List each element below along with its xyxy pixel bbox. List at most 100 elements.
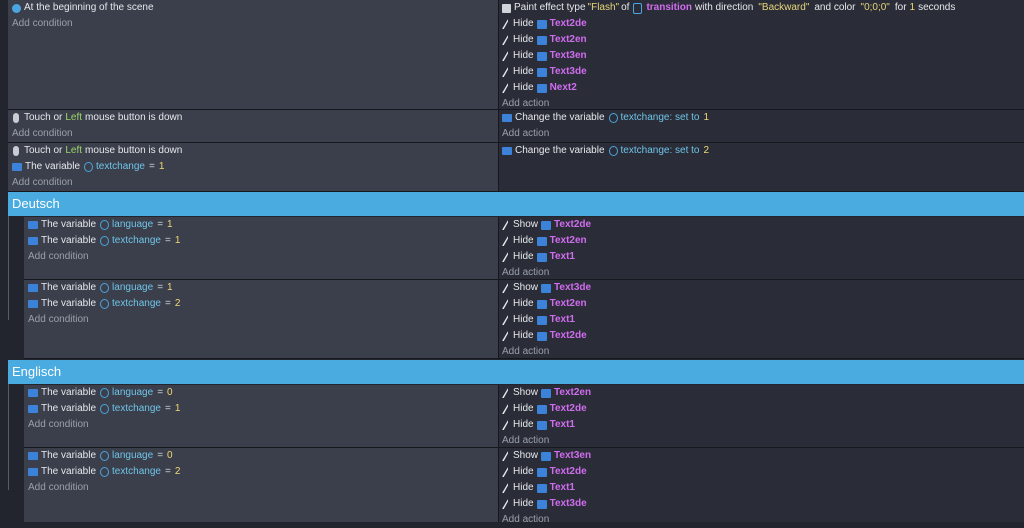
add-condition-link[interactable]: Add condition xyxy=(24,249,498,265)
add-condition-link[interactable]: Add condition xyxy=(24,480,498,496)
object-name: Text2en xyxy=(549,298,587,309)
condition-row[interactable]: Touch or Left mouse button is down xyxy=(8,143,498,159)
text-object-icon xyxy=(541,220,552,230)
text-object-icon xyxy=(541,451,552,461)
object-name: Text3de xyxy=(549,66,587,77)
action-row[interactable]: Show Text2de xyxy=(499,217,1024,233)
conditions-column[interactable]: Touch or Left mouse button is down Add c… xyxy=(8,110,499,142)
action-row[interactable]: Hide Text2de xyxy=(499,16,1024,32)
conditions-column[interactable]: The variable language = 0 The variable textc… xyxy=(24,385,499,447)
action-text: Change the variable xyxy=(515,145,605,156)
effect-type: "Flash" xyxy=(587,2,620,13)
action-row[interactable]: Hide Text2de xyxy=(499,328,1024,344)
action-row[interactable]: Change the variable textchange : set to … xyxy=(499,110,1024,126)
condition-row[interactable]: The variable language = 1 xyxy=(24,280,498,296)
operator: = xyxy=(164,403,171,414)
variable-name: textchange xyxy=(112,298,161,309)
action-row[interactable]: Hide Text3de xyxy=(499,64,1024,80)
action-row[interactable]: Hide Text1 xyxy=(499,417,1024,433)
variable-icon xyxy=(28,452,38,460)
global-variable-icon xyxy=(100,388,110,398)
add-condition-link[interactable]: Add condition xyxy=(24,312,498,328)
event-block[interactable]: Touch or Left mouse button is down Add c… xyxy=(8,110,1024,143)
sub-event-block[interactable]: The variable language = 0 The variable textc… xyxy=(24,448,1024,525)
condition-text: The variable xyxy=(41,387,97,398)
action-row[interactable]: Hide Text2en xyxy=(499,296,1024,312)
sub-event-block[interactable]: The variable language = 1 The variable textc… xyxy=(24,217,1024,280)
condition-row[interactable]: The variable textchange = 2 xyxy=(24,296,498,312)
condition-text: The variable xyxy=(41,282,97,293)
group-header[interactable]: Englisch xyxy=(8,360,1024,384)
mouse-button-value: Left xyxy=(65,145,83,156)
text-object-icon xyxy=(536,299,547,309)
condition-row[interactable]: The variable language = 0 xyxy=(24,448,498,464)
condition-row[interactable]: At the beginning of the scene xyxy=(8,0,498,16)
add-action-link[interactable]: Add action xyxy=(499,433,1024,449)
add-action-link[interactable]: Add action xyxy=(499,344,1024,360)
add-action-link[interactable]: Add action xyxy=(499,265,1024,281)
action-row[interactable]: Change the variable textchange : set to … xyxy=(499,143,1024,159)
action-row[interactable]: Hide Text2de xyxy=(499,401,1024,417)
action-row[interactable]: Hide Text2en xyxy=(499,233,1024,249)
actions-column[interactable]: Show Text3de Hide Text2en Hide Text1 Hide Te… xyxy=(499,280,1024,358)
condition-row[interactable]: The variable textchange = 2 xyxy=(24,464,498,480)
effect-color: "0;0;0" xyxy=(860,2,890,13)
add-condition-link[interactable]: Add condition xyxy=(8,175,498,191)
text-object-icon xyxy=(536,467,547,477)
add-condition-link[interactable]: Add condition xyxy=(24,417,498,433)
add-condition-link[interactable]: Add condition xyxy=(8,126,498,142)
condition-text: Touch or xyxy=(24,145,63,156)
action-row[interactable]: Hide Text3de xyxy=(499,496,1024,512)
action-row[interactable]: Hide Text2en xyxy=(499,32,1024,48)
event-block[interactable]: Touch or Left mouse button is down The v… xyxy=(8,143,1024,192)
action-verb: Show xyxy=(513,387,539,398)
condition-row[interactable]: The variable textchange = 1 xyxy=(8,159,498,175)
sub-event-block[interactable]: The variable language = 1 The variable textc… xyxy=(24,280,1024,359)
action-row[interactable]: Hide Text3en xyxy=(499,48,1024,64)
action-verb: Hide xyxy=(513,482,534,493)
condition-row[interactable]: The variable textchange = 1 xyxy=(24,233,498,249)
action-row[interactable]: Hide Text1 xyxy=(499,249,1024,265)
conditions-column[interactable]: At the beginning of the scene Add condit… xyxy=(8,0,499,109)
text-object-icon xyxy=(536,19,547,29)
sub-event-block[interactable]: The variable language = 0 The variable textc… xyxy=(24,385,1024,448)
conditions-column[interactable]: The variable language = 0 The variable textc… xyxy=(24,448,499,522)
action-row[interactable]: Hide Text2de xyxy=(499,464,1024,480)
text-object-icon xyxy=(536,35,547,45)
mouse-icon xyxy=(13,146,19,156)
hide-icon xyxy=(502,51,508,61)
action-row[interactable]: Show Text2en xyxy=(499,385,1024,401)
object-name: Text1 xyxy=(549,419,575,430)
condition-row[interactable]: The variable language = 0 xyxy=(24,385,498,401)
actions-column[interactable]: Paint effect type "Flash" of transition … xyxy=(499,0,1024,109)
conditions-column[interactable]: The variable language = 1 The variable textc… xyxy=(24,280,499,358)
actions-column[interactable]: Change the variable textchange : set to … xyxy=(499,110,1024,142)
show-icon xyxy=(502,451,508,461)
hide-icon xyxy=(502,299,508,309)
event-block[interactable]: At the beginning of the scene Add condit… xyxy=(8,0,1024,110)
add-action-link[interactable]: Add action xyxy=(499,512,1024,528)
actions-column[interactable]: Change the variable textchange : set to … xyxy=(499,143,1024,191)
condition-row[interactable]: The variable language = 1 xyxy=(24,217,498,233)
actions-column[interactable]: Show Text3en Hide Text2de Hide Text1 Hide Te… xyxy=(499,448,1024,525)
action-row[interactable]: Paint effect type "Flash" of transition … xyxy=(499,0,1024,16)
text-object-icon xyxy=(536,499,547,509)
condition-row[interactable]: The variable textchange = 1 xyxy=(24,401,498,417)
action-row[interactable]: Show Text3en xyxy=(499,448,1024,464)
add-condition-link[interactable]: Add condition xyxy=(8,16,498,32)
conditions-column[interactable]: The variable language = 1 The variable textc… xyxy=(24,217,499,279)
actions-column[interactable]: Show Text2en Hide Text2de Hide Text1 Add ac… xyxy=(499,385,1024,447)
action-row[interactable]: Hide Next2 xyxy=(499,80,1024,96)
action-row[interactable]: Hide Text1 xyxy=(499,480,1024,496)
action-row[interactable]: Show Text3de xyxy=(499,280,1024,296)
scene-start-icon xyxy=(12,3,21,13)
object-name: Text2en xyxy=(554,387,592,398)
variable-icon xyxy=(28,300,38,308)
action-row[interactable]: Hide Text1 xyxy=(499,312,1024,328)
actions-column[interactable]: Show Text2de Hide Text2en Hide Text1 Add ac… xyxy=(499,217,1024,279)
group-header[interactable]: Deutsch xyxy=(8,192,1024,216)
condition-row[interactable]: Touch or Left mouse button is down xyxy=(8,110,498,126)
variable-name: textchange xyxy=(620,145,670,156)
add-action-link[interactable]: Add action xyxy=(499,126,1024,142)
conditions-column[interactable]: Touch or Left mouse button is down The v… xyxy=(8,143,499,191)
